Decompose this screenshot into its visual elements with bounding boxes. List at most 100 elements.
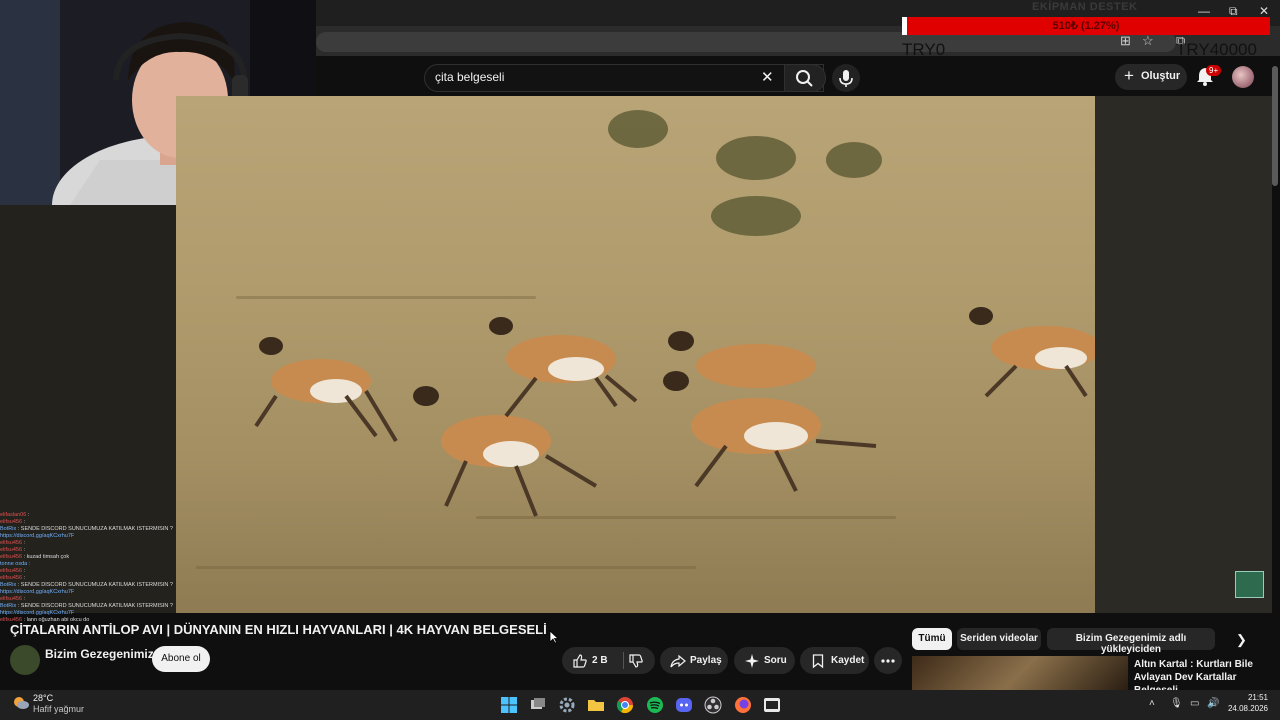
chat-text: : kuzad timsah çok <box>22 554 70 560</box>
bookmark-icon <box>812 654 824 669</box>
related-video-thumbnail[interactable] <box>912 656 1128 690</box>
dislike-thumb-icon[interactable] <box>628 653 644 669</box>
obs-icon[interactable] <box>704 696 722 714</box>
chat-message: elifsu456 : <box>0 540 176 547</box>
chat-username[interactable]: BotRix <box>0 582 16 588</box>
save-button[interactable]: Kaydet <box>800 647 869 674</box>
bookmark-star-icon[interactable]: ☆ <box>1142 33 1154 49</box>
discord-icon[interactable] <box>675 696 693 714</box>
ask-button[interactable]: Soru <box>734 647 795 674</box>
plus-icon: + <box>1124 66 1134 85</box>
chat-username[interactable]: BotRix <box>0 603 16 609</box>
chat-text: : <box>22 568 26 574</box>
start-windows-icon[interactable] <box>500 696 518 714</box>
chevron-right-icon[interactable]: ❯ <box>1236 632 1247 648</box>
clear-search-icon[interactable]: ✕ <box>761 68 774 86</box>
chat-message: https://discord.gg/aqKCxrhu7F <box>0 610 176 617</box>
antelope-herd-image <box>254 307 1095 517</box>
spotify-icon[interactable] <box>646 696 664 714</box>
chip-series-label: Seriden videolar <box>960 633 1038 644</box>
channel-watermark[interactable] <box>1235 571 1264 598</box>
voice-search-button[interactable] <box>832 64 860 92</box>
donation-progress-text: 510₺ (1.27%) <box>1052 20 1120 32</box>
microphone-tray-icon[interactable]: 🎙 <box>1170 698 1183 709</box>
weather-rain-icon[interactable] <box>12 695 30 713</box>
chat-username[interactable]: elifsu456 <box>0 547 22 553</box>
chat-username[interactable]: elifsu456 <box>0 575 22 581</box>
terminal-app-icon[interactable] <box>763 696 781 714</box>
chat-text: : SENDE DİSCORD SUNUCUMUZA KATILMAK İSTE… <box>16 582 173 588</box>
related-video-title[interactable]: Altın Kartal : Kurtları Bile Avlayan Dev… <box>1134 658 1274 690</box>
network-icon[interactable]: ▭ <box>1190 698 1199 709</box>
microphone-icon <box>839 70 853 87</box>
file-explorer-icon[interactable] <box>587 696 605 714</box>
create-label: Oluştur <box>1141 70 1181 82</box>
chat-text: : <box>22 540 26 546</box>
chat-username[interactable]: elifsu456 <box>0 519 22 525</box>
volume-icon[interactable]: 🔊 <box>1207 698 1219 709</box>
chat-message: elifsu456 : kuzad timsah çok <box>0 554 176 561</box>
chat-message: elifsu456 : <box>0 568 176 575</box>
chat-text: : <box>22 596 26 602</box>
share-button[interactable]: Paylaş <box>660 647 728 674</box>
chat-text: : <box>26 512 30 518</box>
account-avatar[interactable] <box>1232 66 1254 88</box>
create-button[interactable]: + Oluştur <box>1115 64 1187 90</box>
more-actions-button[interactable] <box>874 647 902 674</box>
task-view-icon[interactable] <box>529 696 547 714</box>
more-dots-icon <box>881 659 895 663</box>
like-divider <box>623 652 624 669</box>
chat-message: elifsu456 : <box>0 519 176 526</box>
firefox-icon[interactable] <box>734 696 752 714</box>
video-title: ÇİTALARIN ANTİLOP AVI | DÜNYANIN EN HIZL… <box>10 622 547 637</box>
video-player[interactable] <box>176 96 1095 613</box>
chat-text: https://discord.gg/aqKCxrhu7F <box>0 589 75 595</box>
youtube-header: çita belgeseli ✕ + Oluştur 9+ <box>316 56 1280 96</box>
search-query: çita belgeseli <box>435 70 505 84</box>
chip-series[interactable]: Seriden videolar <box>957 628 1041 650</box>
settings-gear-icon[interactable] <box>558 696 576 714</box>
clock-date[interactable]: 24.08.2026 <box>1224 704 1268 713</box>
chat-message: BotRix : SENDE DİSCORD SUNUCUMUZA KATILM… <box>0 603 176 610</box>
channel-name[interactable]: Bizim Gezegenimiz <box>45 647 154 661</box>
sparkle-icon <box>745 654 759 668</box>
chat-message: BotRix : SENDE DİSCORD SUNUCUMUZA KATILM… <box>0 526 176 533</box>
weather-temperature: 28°C <box>33 693 54 703</box>
close-window-button[interactable]: ✕ <box>1259 4 1269 18</box>
chat-username[interactable]: elifaslan06 <box>0 512 26 518</box>
minimize-button[interactable]: — <box>1198 4 1210 18</box>
chat-text: : <box>22 547 26 553</box>
notification-badge: 9+ <box>1206 65 1222 76</box>
ask-label: Soru <box>764 655 787 666</box>
chip-uploader-label: Bizim Gezegenimiz adlı yükleyiciden <box>1075 633 1187 655</box>
chevron-up-icon[interactable]: ˄ <box>1149 698 1155 709</box>
search-icon <box>796 70 813 87</box>
windows-taskbar: 28°C Hafif yağmur ˄ 🎙 ▭ 🔊 21:51 24.08.20… <box>0 690 1280 720</box>
chip-uploader[interactable]: Bizim Gezegenimiz adlı yükleyiciden <box>1047 628 1215 655</box>
chat-username[interactable]: elifsu456 <box>0 554 22 560</box>
url-field[interactable] <box>316 32 1176 52</box>
share-arrow-icon <box>670 654 686 668</box>
chat-text: tonne osda : <box>0 561 31 567</box>
page-scrollbar[interactable] <box>1272 66 1278 186</box>
chip-all[interactable]: Tümü <box>912 628 952 650</box>
chat-text: : SENDE DİSCORD SUNUCUMUZA KATILMAK İSTE… <box>16 526 173 532</box>
like-count: 2 B <box>592 655 608 666</box>
chat-text: https://discord.gg/aqKCxrhu7F <box>0 533 75 539</box>
chip-all-label: Tümü <box>918 633 946 644</box>
chat-username[interactable]: BotRix <box>0 526 16 532</box>
clock-time[interactable]: 21:51 <box>1236 693 1268 702</box>
subscribe-button[interactable]: Abone ol <box>152 646 210 672</box>
like-thumb-icon[interactable] <box>572 653 588 669</box>
chat-message: https://discord.gg/aqKCxrhu7F <box>0 589 176 596</box>
chrome-icon[interactable] <box>616 696 634 714</box>
chat-username[interactable]: elifsu456 <box>0 596 22 602</box>
chat-username[interactable]: elifsu456 <box>0 568 22 574</box>
search-button[interactable] <box>784 64 826 92</box>
mouse-cursor-icon <box>549 630 559 644</box>
install-app-icon[interactable]: ⊞ <box>1120 33 1131 49</box>
chat-message: elifsu456 : <box>0 547 176 554</box>
chat-message: elifsu456 : <box>0 575 176 582</box>
chat-username[interactable]: elifsu456 <box>0 540 22 546</box>
channel-avatar[interactable] <box>10 645 40 675</box>
